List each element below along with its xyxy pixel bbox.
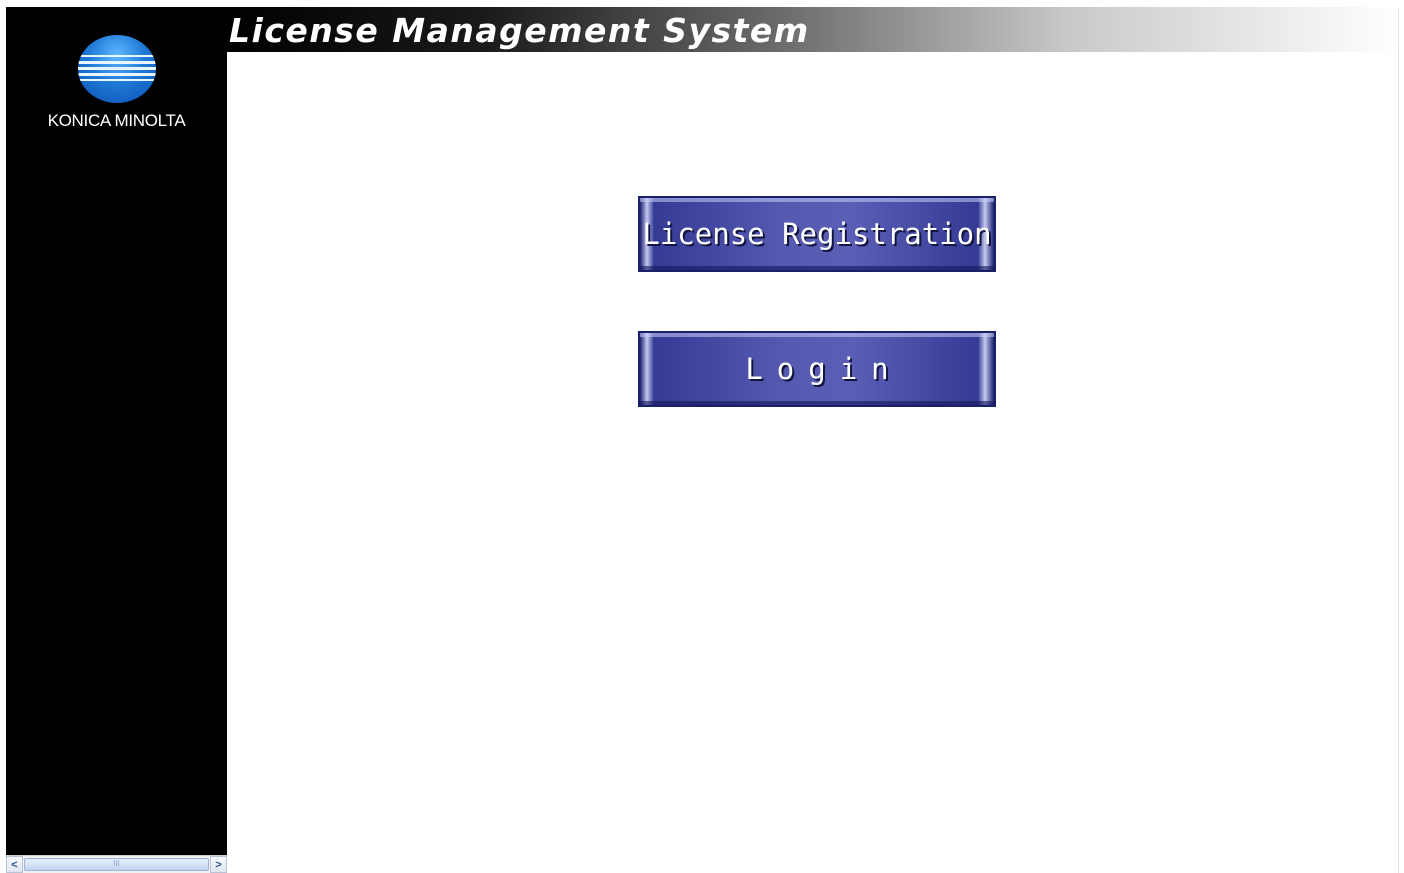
sidebar: KONICA MINOLTA < III > [6,7,227,873]
konica-minolta-globe-icon [78,35,156,103]
scroll-left-arrow-icon[interactable]: < [6,856,23,873]
scroll-right-arrow-icon[interactable]: > [210,856,227,873]
license-registration-button[interactable]: License Registration [638,196,996,272]
app-window: KONICA MINOLTA < III > License Managemen… [6,7,1399,873]
login-button[interactable]: Login [638,331,996,407]
scrollbar-thumb[interactable]: III [24,858,209,871]
horizontal-scrollbar[interactable]: < III > [6,855,227,873]
brand-logo-text: KONICA MINOLTA [47,111,186,130]
title-bar: License Management System [227,7,1398,52]
page-title: License Management System [229,11,810,50]
